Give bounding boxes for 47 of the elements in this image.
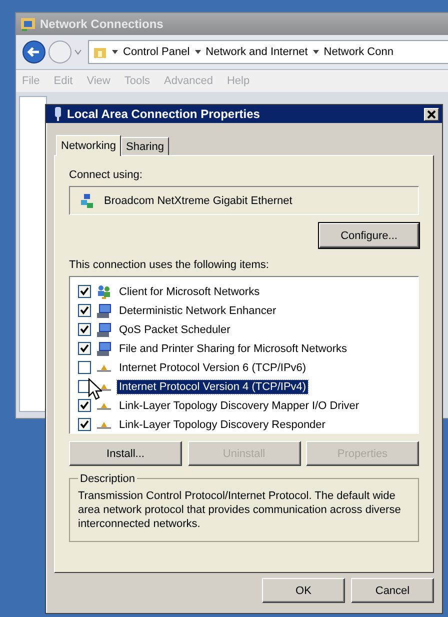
checkbox[interactable] bbox=[78, 323, 91, 336]
address-bar[interactable]: Control Panel Network and Internet Network Conn bbox=[88, 40, 448, 64]
items-label: This connection uses the following items: bbox=[69, 258, 270, 272]
description-text: Transmission Control Protocol/Internet Protocol. The default wide area network protocol that provides communication across diverse interconnected networks. bbox=[78, 489, 402, 531]
connect-using-label: Connect using: bbox=[69, 168, 144, 182]
list-item[interactable]: Internet Protocol Version 4 (TCP/IPv4) bbox=[117, 380, 308, 394]
list-action-button[interactable]: Install... bbox=[69, 441, 182, 466]
computer-icon bbox=[96, 322, 112, 338]
checkbox[interactable] bbox=[78, 399, 91, 412]
list-item[interactable]: Link-Layer Topology Discovery Responder bbox=[117, 418, 328, 432]
configure-button[interactable]: Configure... bbox=[319, 223, 419, 248]
checkbox[interactable] bbox=[78, 285, 91, 298]
breadcrumb-item[interactable]: Network and Internet bbox=[206, 46, 308, 58]
dialog-title: Local Area Connection Properties bbox=[67, 107, 261, 121]
chevron-icon bbox=[194, 49, 201, 55]
group-legend: Description bbox=[78, 472, 138, 486]
adapter-name: Broadcom NetXtreme Gigabit Ethernet bbox=[104, 194, 292, 206]
tab[interactable]: Sharing bbox=[121, 137, 169, 155]
breadcrumb-item[interactable]: Network Conn bbox=[324, 46, 394, 58]
network-adapter-icon bbox=[80, 192, 94, 208]
list-item[interactable]: Deterministic Network Enhancer bbox=[117, 304, 278, 318]
list-item[interactable]: File and Printer Sharing for Microsoft Networks bbox=[117, 342, 350, 356]
back-button[interactable] bbox=[22, 40, 46, 64]
list-item[interactable]: Client for Microsoft Networks bbox=[117, 284, 262, 298]
users-icon bbox=[96, 284, 112, 300]
checkbox[interactable] bbox=[78, 342, 91, 355]
window-title: Network Connections bbox=[40, 17, 164, 31]
chevron-icon bbox=[112, 49, 118, 55]
tab[interactable]: Networking bbox=[56, 135, 122, 156]
dialog-button[interactable]: OK bbox=[262, 578, 345, 603]
network-folder-icon bbox=[20, 16, 36, 32]
chevron-icon bbox=[312, 49, 319, 55]
checkbox[interactable] bbox=[78, 361, 91, 374]
mouse-cursor-icon bbox=[88, 378, 102, 400]
list-item[interactable]: Internet Protocol Version 6 (TCP/IPv6) bbox=[117, 360, 308, 374]
computer-icon bbox=[96, 302, 112, 318]
close-button[interactable] bbox=[424, 108, 439, 120]
dropdown-caret-icon[interactable] bbox=[74, 48, 82, 56]
breadcrumb-item[interactable]: Control Panel bbox=[123, 46, 190, 58]
checkbox[interactable] bbox=[78, 304, 91, 317]
list-item[interactable]: Link-Layer Topology Discovery Mapper I/O Driver bbox=[117, 398, 362, 412]
list-item[interactable]: QoS Packet Scheduler bbox=[117, 322, 232, 336]
checkbox[interactable] bbox=[78, 418, 91, 431]
dialog-button[interactable]: Cancel bbox=[351, 578, 434, 603]
network-cable-icon bbox=[54, 107, 62, 121]
computer-icon bbox=[96, 340, 112, 356]
folder-icon bbox=[93, 45, 107, 59]
